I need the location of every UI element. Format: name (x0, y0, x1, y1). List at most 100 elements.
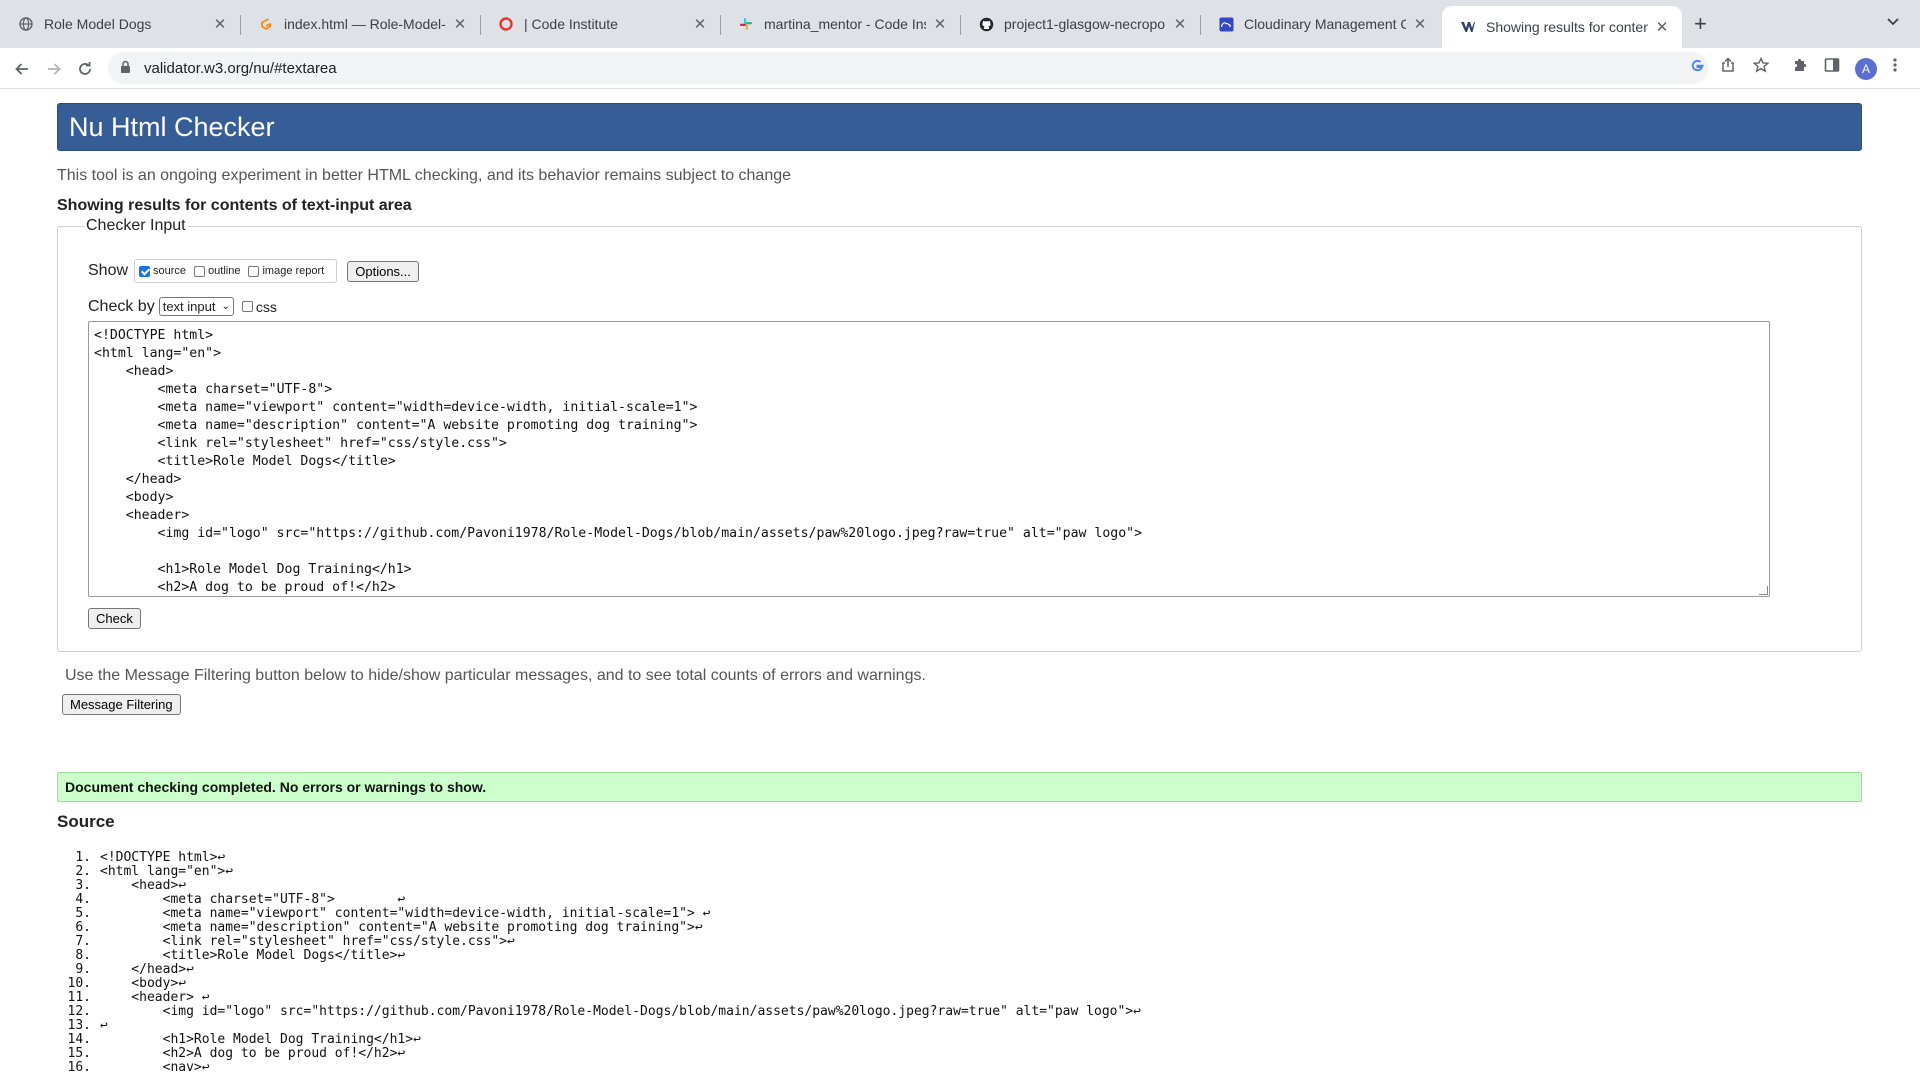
resize-handle-icon[interactable] (1759, 586, 1768, 595)
code-institute-icon (498, 16, 514, 32)
show-options-row: Show source outline image report Options… (88, 259, 419, 283)
page-title: Nu Html Checker (69, 112, 275, 142)
side-panel-icon[interactable] (1824, 57, 1840, 78)
source-line: 8. <title>Role Model Dogs</title>↩ (57, 949, 1141, 963)
source-line: 10. <body>↩ (57, 977, 1141, 991)
forward-arrow-icon[interactable] (41, 56, 67, 82)
source-line: 13. ↩ (57, 1019, 1141, 1033)
source-line: 5. <meta name="viewport" content="width=… (57, 907, 1141, 921)
reload-icon[interactable] (72, 56, 98, 82)
new-tab-icon[interactable]: + (1694, 12, 1707, 36)
browser-tab-title: martina_mentor - Code Institute (764, 16, 926, 32)
source-line-code: <meta name="description" content="A webs… (100, 920, 703, 935)
globe-icon (18, 16, 34, 32)
source-line-number: 13. (67, 1018, 91, 1033)
source-checkbox[interactable] (139, 265, 151, 277)
show-outline-option[interactable]: outline (194, 265, 240, 277)
source-line-number: 7. (75, 934, 91, 949)
source-line-number: 5. (75, 906, 91, 921)
close-icon[interactable]: ✕ (1654, 18, 1670, 36)
show-image-report-option[interactable]: image report (248, 265, 324, 277)
back-arrow-icon[interactable] (9, 56, 35, 82)
browser-tab-title: | Code Institute (524, 16, 618, 32)
source-line: 3. <head>↩ (57, 879, 1141, 893)
source-line-number: 4. (75, 892, 91, 907)
extensions-puzzle-icon[interactable] (1792, 57, 1808, 78)
browser-tab-title: Role Model Dogs (44, 16, 152, 32)
gitpod-icon (258, 16, 274, 32)
source-line-number: 3. (75, 878, 91, 893)
show-source-option[interactable]: source (139, 265, 186, 277)
source-line-code: </head>↩ (100, 962, 194, 977)
source-line-code: <!DOCTYPE html>↩ (100, 850, 226, 865)
source-line: 12. <img id="logo" src="https://github.c… (57, 1005, 1141, 1019)
google-icon[interactable] (1690, 58, 1705, 77)
bookmark-star-icon[interactable] (1752, 56, 1770, 78)
more-vertical-icon[interactable] (1892, 57, 1898, 78)
browser-tab-gitpod[interactable]: index.html — Role-Model-Dogs ✕ (240, 6, 480, 42)
close-icon[interactable]: ✕ (1412, 15, 1428, 33)
source-section-title: Source (57, 812, 115, 831)
close-icon[interactable]: ✕ (1172, 15, 1188, 33)
browser-tab-title: project1-glasgow-necropolis/h (1004, 16, 1166, 32)
source-listing: 1. <!DOCTYPE html>↩ 2. <html lang="en">↩ 3. … (57, 851, 1141, 1075)
outline-checkbox-label: outline (208, 265, 241, 277)
outline-checkbox[interactable] (194, 265, 206, 277)
css-checkbox[interactable] (241, 301, 253, 312)
profile-avatar[interactable]: A (1855, 58, 1877, 80)
css-checkbox-label: css (255, 298, 277, 315)
check-button[interactable]: Check (88, 608, 141, 629)
w3c-validator-icon (1460, 19, 1476, 35)
close-icon[interactable]: ✕ (932, 15, 948, 33)
header-banner: Nu Html Checker (57, 103, 1862, 151)
browser-tab-cloudinary[interactable]: Cloudinary Management Console ✕ (1200, 6, 1440, 42)
source-line-code: <nav>↩ (100, 1060, 210, 1075)
options-button[interactable]: Options... (347, 260, 419, 282)
source-line-code: <link rel="stylesheet" href="css/style.c… (100, 934, 515, 949)
share-icon[interactable] (1720, 57, 1736, 78)
browser-tab-code-institute[interactable]: | Code Institute ✕ (480, 6, 720, 42)
lock-icon[interactable] (120, 60, 134, 77)
source-line-number: 2. (75, 864, 91, 879)
source-line-code: <header> ↩ (100, 990, 210, 1005)
source-line: 2. <html lang="en">↩ (57, 865, 1141, 879)
browser-tab-validator[interactable]: Showing results for contents of ✕ (1442, 6, 1682, 48)
cloudinary-icon (1218, 16, 1234, 32)
show-options-group: source outline image report (134, 259, 338, 283)
message-filtering-button[interactable]: Message Filtering (62, 694, 181, 715)
source-line-code: <html lang="en">↩ (100, 864, 234, 879)
results-subheading: Showing results for contents of text-inp… (57, 197, 412, 214)
close-icon[interactable]: ✕ (452, 15, 468, 33)
source-line-code: <body>↩ (100, 976, 187, 991)
source-line: 11. <header> ↩ (57, 991, 1141, 1005)
browser-tab-title: Showing results for contents of (1486, 19, 1648, 35)
source-line: 15. <h2>A dog to be proud of!</h2>↩ (57, 1047, 1141, 1061)
success-message: Document checking completed. No errors o… (65, 779, 487, 795)
image-report-checkbox[interactable] (248, 265, 260, 277)
close-icon[interactable]: ✕ (212, 15, 228, 33)
success-message-bar: Document checking completed. No errors o… (57, 772, 1862, 802)
source-line-number: 9. (75, 962, 91, 977)
source-line-code: <head>↩ (100, 878, 187, 893)
source-line-code: <h1>Role Model Dog Training</h1>↩ (100, 1032, 421, 1047)
source-line-number: 14. (67, 1032, 91, 1047)
address-bar-url: validator.w3.org/nu/#textarea (144, 59, 337, 77)
browser-tab-github[interactable]: project1-glasgow-necropolis/h ✕ (960, 6, 1200, 42)
close-icon[interactable]: ✕ (692, 15, 708, 33)
image-report-checkbox-label: image report (262, 265, 325, 277)
chevron-down-icon[interactable] (1886, 14, 1900, 30)
github-icon (978, 16, 994, 32)
browser-tab-role-model-dogs[interactable]: Role Model Dogs ✕ (0, 6, 240, 42)
check-by-select[interactable]: text input ⌄ (158, 297, 234, 316)
browser-tab-slack[interactable]: martina_mentor - Code Institute ✕ (720, 6, 960, 42)
intro-text: This tool is an ongoing experiment in be… (57, 167, 792, 184)
source-line-code: <img id="logo" src="https://github.com/P… (100, 1004, 1141, 1019)
address-bar[interactable]: validator.w3.org/nu/#textarea (108, 52, 1708, 84)
source-line-number: 16. (67, 1060, 91, 1075)
source-line-code: <meta charset="UTF-8"> ↩ (100, 892, 406, 907)
browser-toolbar: validator.w3.org/nu/#textarea A (0, 48, 1920, 89)
source-line-number: 12. (67, 1004, 91, 1019)
source-textarea[interactable]: <!DOCTYPE html> <html lang="en"> <head> … (88, 321, 1770, 597)
check-by-selected-value: text input (162, 299, 216, 314)
message-filtering-note: Use the Message Filtering button below t… (65, 667, 926, 684)
